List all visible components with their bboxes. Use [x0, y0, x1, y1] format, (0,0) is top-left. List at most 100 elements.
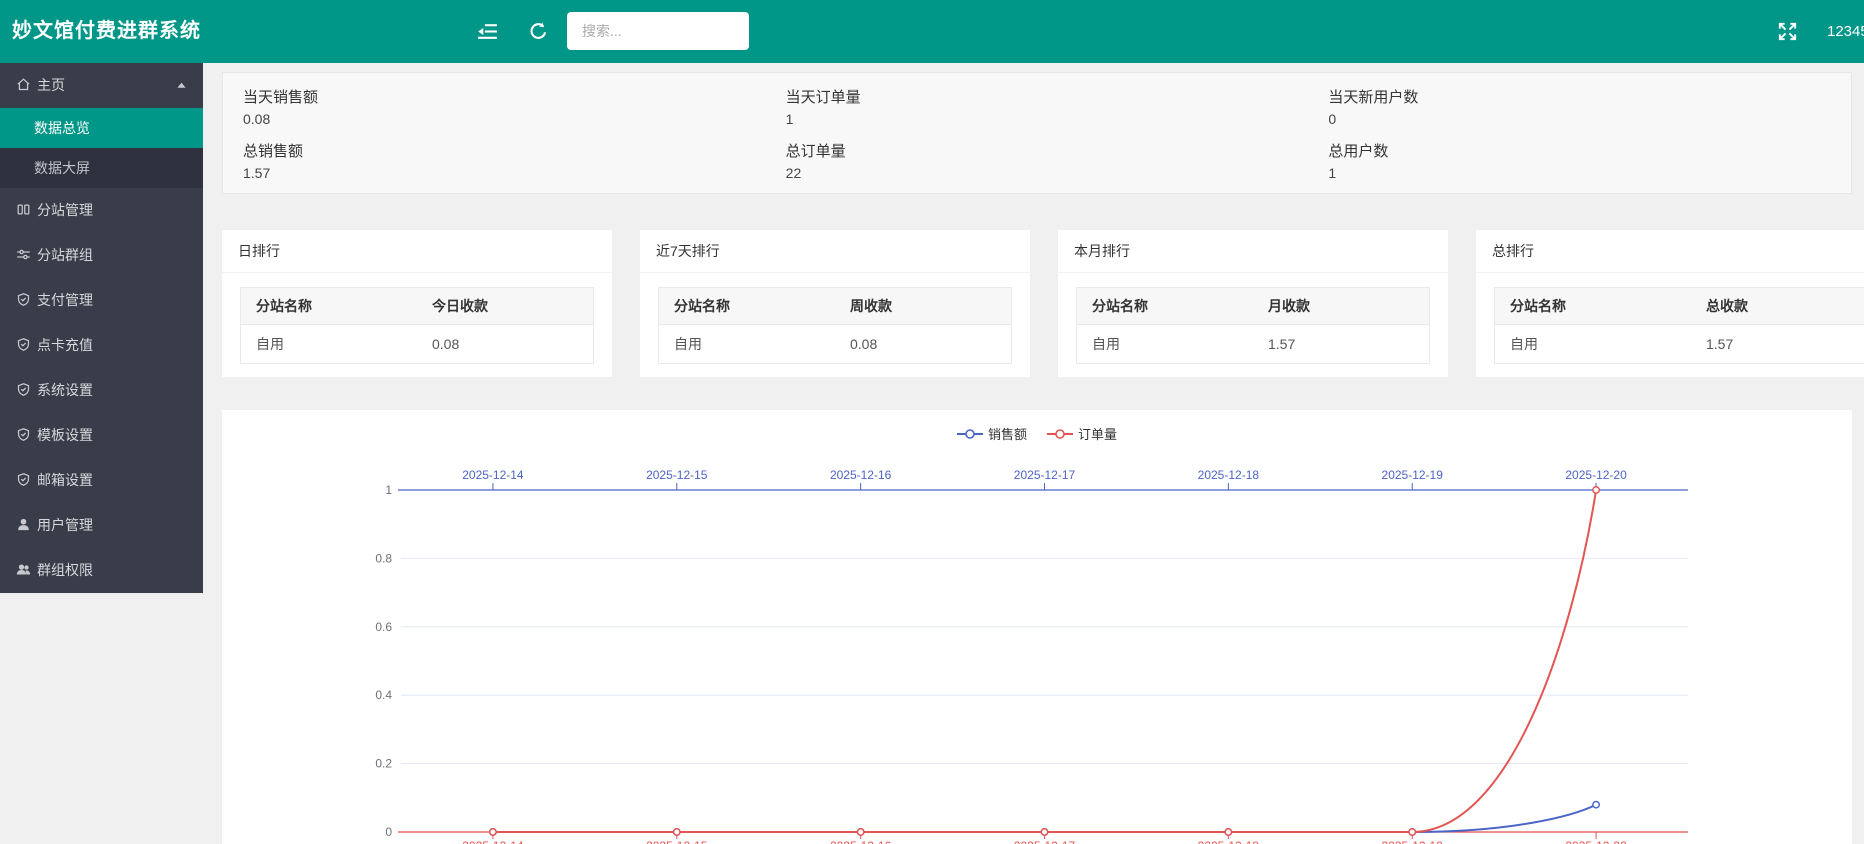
- users-icon: [16, 562, 31, 577]
- table-cell: 自用: [659, 325, 836, 364]
- sidebar-item-label: 邮箱设置: [37, 472, 93, 488]
- sidebar-subitem-0-1[interactable]: 数据大屏: [0, 148, 203, 188]
- collapse-sidebar-icon[interactable]: [476, 20, 499, 43]
- table-cell: 1.57: [1691, 325, 1864, 364]
- ranking-column-header: 月收款: [1253, 288, 1430, 325]
- ranking-column-header: 分站名称: [659, 288, 836, 325]
- stat-value: 1: [786, 109, 1309, 130]
- sidebar-item-label: 模板设置: [37, 427, 93, 443]
- sidebar-subitem-label: 数据总览: [34, 120, 90, 136]
- table-row: 自用0.08: [659, 325, 1012, 364]
- stat-cell-0: 当天销售额0.08: [223, 79, 766, 133]
- svg-text:2025-12-17: 2025-12-17: [1014, 839, 1076, 844]
- svg-text:2025-12-14: 2025-12-14: [462, 839, 524, 844]
- svg-text:0.4: 0.4: [375, 688, 392, 702]
- stat-value: 22: [786, 163, 1309, 184]
- stat-label: 当天销售额: [243, 86, 766, 109]
- ranking-table: 分站名称总收款自用1.57: [1494, 287, 1864, 364]
- shield-check-icon: [16, 382, 31, 397]
- ranking-card-body: 分站名称今日收款自用0.08: [222, 273, 612, 364]
- stat-value: 1: [1328, 163, 1851, 184]
- sidebar-item-2[interactable]: 分站群组: [0, 233, 203, 278]
- ranking-column-header: 总收款: [1691, 288, 1864, 325]
- sidebar-subitem-0-0[interactable]: 数据总览: [0, 108, 203, 148]
- ranking-column-header: 周收款: [835, 288, 1012, 325]
- stat-label: 当天新用户数: [1328, 86, 1851, 109]
- stat-value: 0: [1328, 109, 1851, 130]
- ranking-cards-row: 日排行分站名称今日收款自用0.08近7天排行分站名称周收款自用0.08本月排行分…: [222, 230, 1864, 377]
- sidebar-item-label: 主页: [37, 77, 65, 93]
- legend-marker-icon: [957, 427, 983, 441]
- sidebar-item-label: 点卡充值: [37, 337, 93, 353]
- home-icon: [16, 77, 31, 92]
- svg-text:1: 1: [385, 483, 392, 497]
- svg-text:2025-12-20: 2025-12-20: [1565, 839, 1627, 844]
- svg-text:0.2: 0.2: [375, 757, 392, 771]
- ranking-card-title: 总排行: [1476, 230, 1864, 273]
- table-row: 自用1.57: [1495, 325, 1864, 364]
- sidebar-item-9[interactable]: 群组权限: [0, 548, 203, 593]
- shield-check-icon: [16, 472, 31, 487]
- sidebar-item-label: 分站群组: [37, 247, 93, 263]
- ranking-card-1: 近7天排行分站名称周收款自用0.08: [640, 230, 1030, 377]
- chevron-up-icon: [176, 80, 187, 91]
- svg-text:2025-12-19: 2025-12-19: [1382, 468, 1444, 482]
- app-title: 妙文馆付费进群系统: [12, 0, 201, 63]
- sidebar-subitem-label: 数据大屏: [34, 160, 90, 176]
- legend-item-1[interactable]: 订单量: [1047, 424, 1117, 443]
- ranking-column-header: 今日收款: [417, 288, 594, 325]
- refresh-icon[interactable]: [528, 21, 549, 42]
- sidebar-item-4[interactable]: 点卡充值: [0, 323, 203, 368]
- search-input[interactable]: [567, 12, 749, 50]
- sliders-icon: [16, 247, 31, 262]
- sidebar-item-label: 分站管理: [37, 202, 93, 218]
- user-menu[interactable]: 12345: [1827, 0, 1864, 63]
- ranking-column-header: 分站名称: [241, 288, 418, 325]
- stat-value: 1.57: [243, 163, 766, 184]
- ranking-card-title: 日排行: [222, 230, 612, 273]
- chart-card: 销售额 订单量 2025-12-142025-12-142025-12-15202…: [222, 410, 1852, 844]
- sidebar-item-5[interactable]: 系统设置: [0, 368, 203, 413]
- sidebar-menu: 主页数据总览数据大屏分站管理分站群组支付管理点卡充值系统设置模板设置邮箱设置用户…: [0, 63, 203, 593]
- sidebar-item-3[interactable]: 支付管理: [0, 278, 203, 323]
- stat-cell-1: 当天订单量1: [766, 79, 1309, 133]
- svg-text:0.8: 0.8: [375, 551, 392, 565]
- stat-label: 总销售额: [243, 140, 766, 163]
- svg-text:2025-12-16: 2025-12-16: [830, 839, 892, 844]
- svg-text:2025-12-15: 2025-12-15: [646, 468, 708, 482]
- sidebar-item-7[interactable]: 邮箱设置: [0, 458, 203, 503]
- sidebar-item-6[interactable]: 模板设置: [0, 413, 203, 458]
- stat-label: 当天订单量: [786, 86, 1309, 109]
- top-header: 妙文馆付费进群系统 12345: [0, 0, 1864, 63]
- stat-cell-2: 当天新用户数0: [1308, 79, 1851, 133]
- ranking-card-body: 分站名称周收款自用0.08: [640, 273, 1030, 364]
- svg-text:2025-12-18: 2025-12-18: [1198, 468, 1260, 482]
- svg-text:2025-12-16: 2025-12-16: [830, 468, 892, 482]
- sidebar-item-label: 系统设置: [37, 382, 93, 398]
- sales-orders-line-chart: 2025-12-142025-12-142025-12-152025-12-15…: [222, 410, 1852, 844]
- svg-text:2025-12-18: 2025-12-18: [1198, 839, 1260, 844]
- stat-value: 0.08: [243, 109, 766, 130]
- sidebar-item-8[interactable]: 用户管理: [0, 503, 203, 548]
- stat-cell-3: 总销售额1.57: [223, 133, 766, 187]
- ranking-card-2: 本月排行分站名称月收款自用1.57: [1058, 230, 1448, 377]
- fullscreen-icon[interactable]: [1776, 20, 1799, 43]
- ranking-table: 分站名称今日收款自用0.08: [240, 287, 594, 364]
- svg-text:2025-12-19: 2025-12-19: [1382, 839, 1444, 844]
- ranking-card-body: 分站名称月收款自用1.57: [1058, 273, 1448, 364]
- svg-text:0: 0: [385, 825, 392, 839]
- legend-item-0[interactable]: 销售额: [957, 424, 1027, 443]
- ranking-column-header: 分站名称: [1495, 288, 1692, 325]
- table-cell: 自用: [1077, 325, 1254, 364]
- sidebar-item-0[interactable]: 主页: [0, 63, 203, 108]
- table-cell: 0.08: [835, 325, 1012, 364]
- panels-icon: [16, 202, 31, 217]
- svg-text:2025-12-15: 2025-12-15: [646, 839, 708, 844]
- stat-label: 总订单量: [786, 140, 1309, 163]
- stat-cell-4: 总订单量22: [766, 133, 1309, 187]
- table-cell: 自用: [1495, 325, 1692, 364]
- sidebar-item-1[interactable]: 分站管理: [0, 188, 203, 233]
- svg-text:2025-12-20: 2025-12-20: [1565, 468, 1627, 482]
- chart-legend: 销售额 订单量: [222, 424, 1852, 443]
- stat-cell-5: 总用户数1: [1308, 133, 1851, 187]
